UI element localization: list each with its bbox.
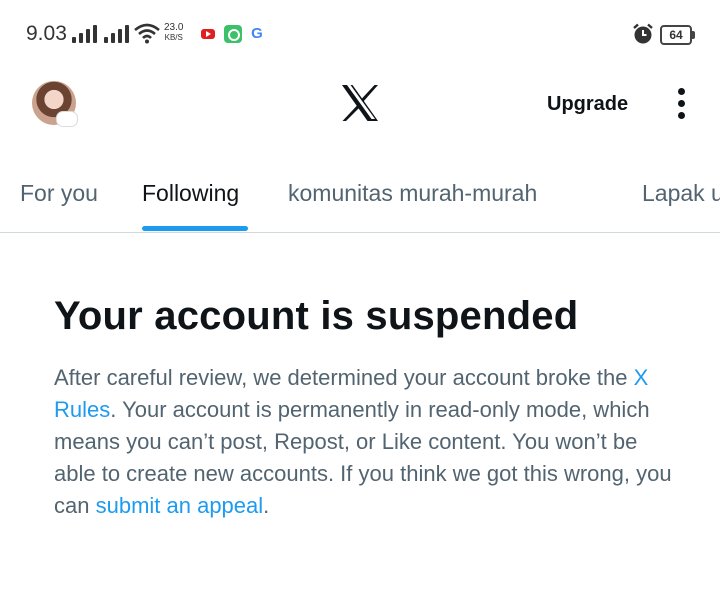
timeline-tabs: For you Following komunitas murah-murah … (0, 160, 720, 232)
tabs-divider (0, 232, 720, 233)
tab-following[interactable]: Following (142, 180, 239, 207)
submit-appeal-link[interactable]: submit an appeal (96, 493, 264, 518)
x-logo-icon[interactable] (340, 84, 380, 122)
speed-value: 23.0 (164, 22, 184, 33)
status-bar: 9.03 23.0 KB/S G 64 (0, 0, 720, 70)
tab-komunitas-murah-murah[interactable]: komunitas murah-murah (288, 180, 537, 207)
wifi-icon (134, 23, 160, 44)
message-text-3: . (263, 493, 270, 518)
signal-icon (72, 25, 97, 43)
signal-icon-2 (104, 25, 129, 43)
tab-lapak[interactable]: Lapak u (642, 180, 720, 207)
youtube-icon (199, 25, 217, 43)
google-icon: G (251, 25, 263, 42)
status-time: 9.03 (26, 22, 67, 45)
upgrade-button[interactable]: Upgrade (547, 93, 628, 116)
more-vertical-icon[interactable] (678, 88, 686, 120)
network-speed: 23.0 KB/S (164, 23, 183, 43)
alarm-icon (633, 23, 653, 44)
message-text-1: After careful review, we determined your… (54, 365, 634, 390)
green-app-icon (224, 25, 242, 43)
battery-indicator: 64 (660, 25, 695, 45)
avatar-badge-icon (56, 111, 78, 127)
tab-for-you[interactable]: For you (20, 180, 98, 207)
suspension-title: Your account is suspended (54, 294, 579, 338)
suspension-message: After careful review, we determined your… (54, 362, 684, 522)
speed-unit: KB/S (164, 33, 183, 42)
active-tab-indicator (142, 226, 248, 231)
